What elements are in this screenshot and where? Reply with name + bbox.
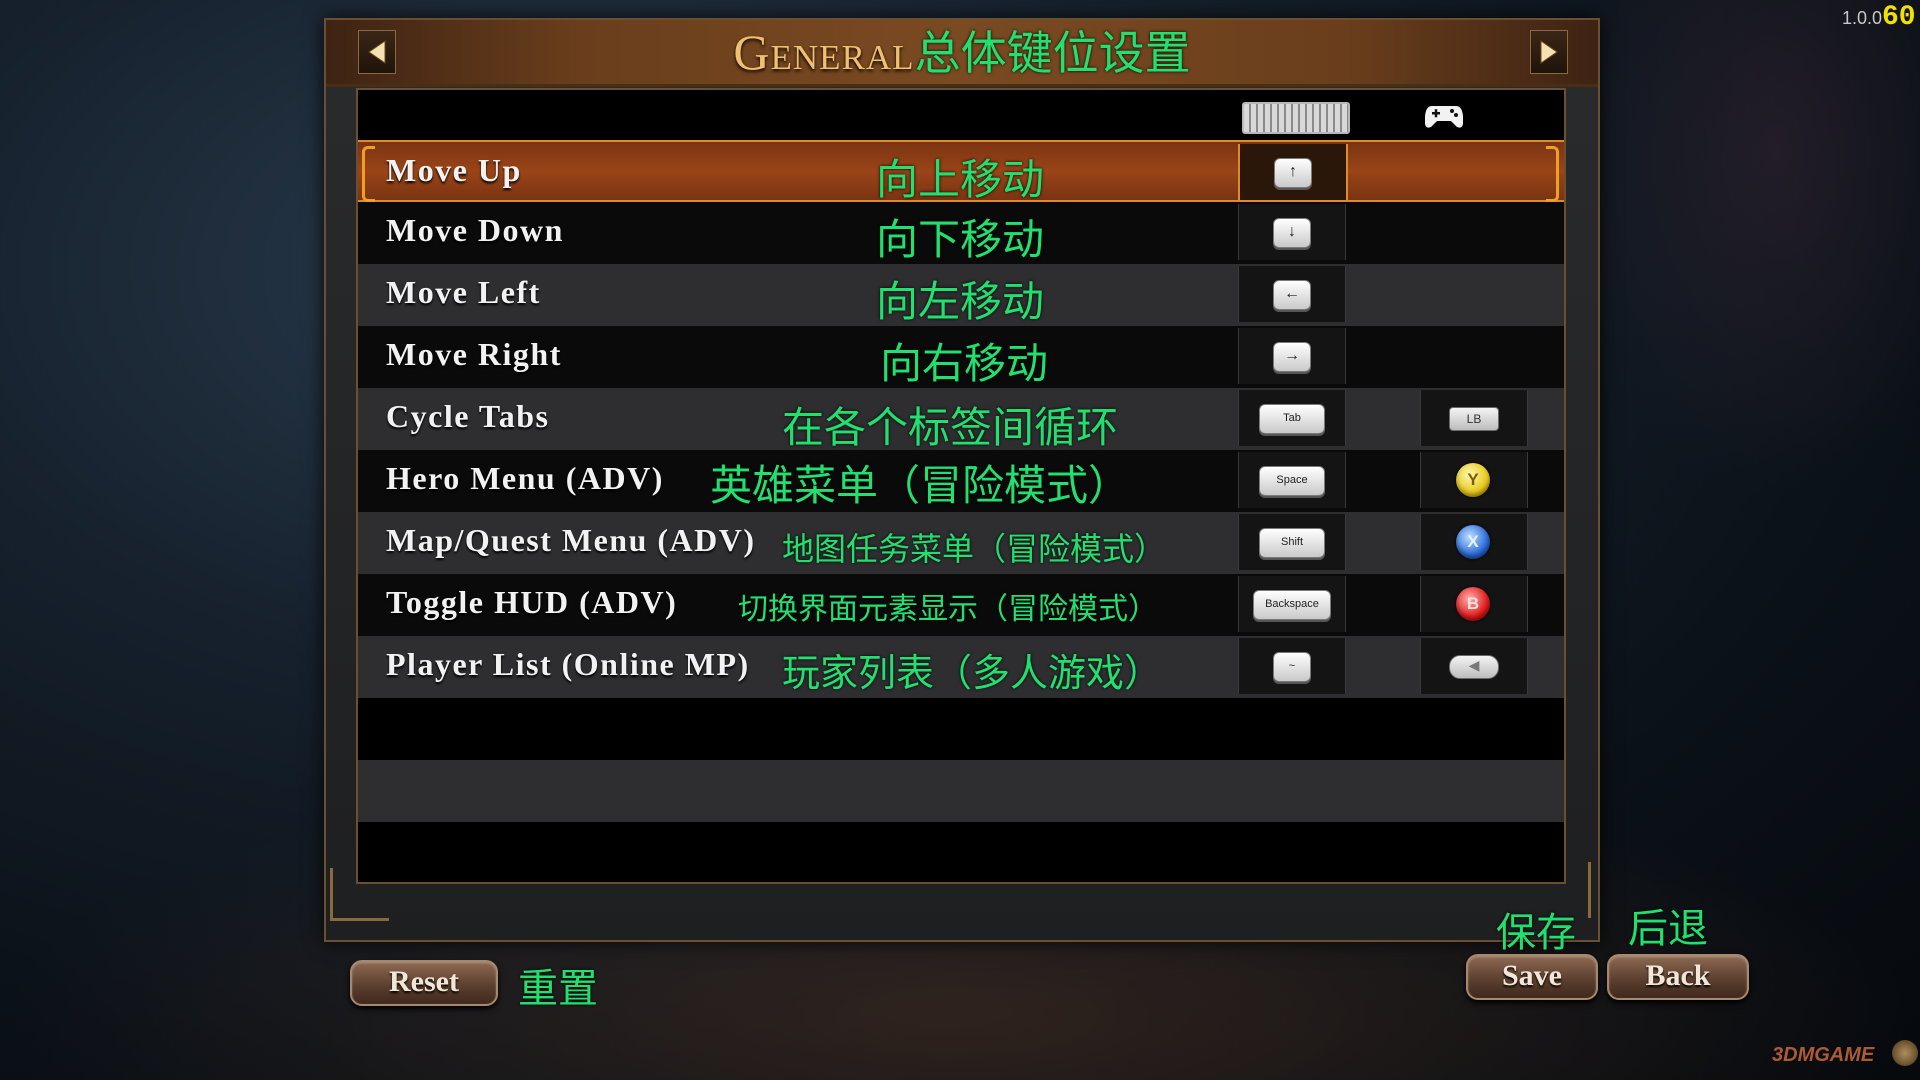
- action-label: Hero Menu (ADV): [386, 460, 664, 496]
- next-page-button[interactable]: [1530, 30, 1568, 74]
- arrow-right-icon: [1540, 40, 1558, 64]
- keyboard-binding-cell[interactable]: ~: [1238, 638, 1346, 694]
- keyboard-binding-cell[interactable]: Shift: [1238, 514, 1346, 570]
- action-label: Move Up: [386, 152, 522, 188]
- action-label: Move Right: [386, 336, 562, 372]
- save-button[interactable]: Save: [1466, 954, 1598, 1000]
- title-chinese: 总体键位设置: [914, 26, 1191, 80]
- keybind-row-move-up[interactable]: Move Up 向上移动 ↑: [358, 140, 1564, 204]
- key-down-arrow-icon: ↓: [1273, 218, 1311, 248]
- keybind-row-move-down[interactable]: Move Down 向下移动 ↓: [358, 202, 1564, 264]
- gamepad-binding-cell[interactable]: B: [1420, 576, 1528, 632]
- action-label: Move Left: [386, 274, 541, 310]
- action-label: Cycle Tabs: [386, 398, 550, 434]
- action-label-cn: 英雄菜单（冒险模式）: [710, 461, 1131, 510]
- gamepad-binding-cell[interactable]: ◀: [1420, 638, 1528, 694]
- keybind-panel: General总体键位设置 Move Up 向上移动 ↑ Move Down 向…: [324, 18, 1600, 942]
- keybind-row-move-left[interactable]: Move Left 向左移动 ←: [358, 264, 1564, 326]
- selection-bracket-right: [1546, 146, 1559, 202]
- gamepad-back-button-icon: ◀: [1449, 655, 1499, 679]
- keyboard-binding-cell[interactable]: Space: [1238, 452, 1346, 508]
- keyboard-binding-cell[interactable]: ↑: [1238, 144, 1348, 200]
- title-bar: General总体键位设置: [326, 20, 1598, 87]
- keyboard-binding-cell[interactable]: Backspace: [1238, 576, 1346, 632]
- key-space-icon: Space: [1259, 466, 1325, 496]
- gamepad-b-button-icon: B: [1456, 587, 1490, 621]
- back-label-cn: 后退: [1628, 906, 1708, 952]
- keyboard-binding-cell[interactable]: Tab: [1238, 390, 1346, 446]
- key-up-arrow-icon: ↑: [1274, 158, 1312, 188]
- keybind-row-move-right[interactable]: Move Right 向右移动 →: [358, 326, 1564, 388]
- gamepad-binding-cell[interactable]: Y: [1420, 452, 1528, 508]
- watermark-text: 3DMGAME: [1772, 1044, 1875, 1066]
- empty-row: [358, 822, 1564, 880]
- frame-ornament-right: [1582, 862, 1591, 918]
- keybind-table: Move Up 向上移动 ↑ Move Down 向下移动 ↓ Move Lef…: [356, 88, 1566, 884]
- version-label: 1.0.0: [1842, 8, 1883, 28]
- action-label-cn: 切换界面元素显示（冒险模式）: [738, 592, 1158, 627]
- gamepad-x-button-icon: X: [1456, 525, 1490, 559]
- background-foliage: [1560, 0, 1920, 500]
- keyboard-icon: [1242, 102, 1350, 134]
- action-label-cn: 向上移动: [876, 155, 1045, 204]
- empty-row: [358, 698, 1564, 760]
- gamepad-binding-cell[interactable]: LB: [1420, 390, 1528, 446]
- action-label: Toggle HUD (ADV): [386, 584, 678, 620]
- page-title: General总体键位设置: [326, 24, 1598, 81]
- key-tab-icon: Tab: [1259, 404, 1325, 434]
- save-label-cn: 保存: [1496, 910, 1576, 956]
- title-english: General: [733, 24, 915, 80]
- action-label: Move Down: [386, 212, 564, 248]
- key-shift-icon: Shift: [1259, 528, 1325, 558]
- keybind-row-cycle-tabs[interactable]: Cycle Tabs 在各个标签间循环 Tab LB: [358, 388, 1564, 452]
- back-button[interactable]: Back: [1607, 954, 1749, 1000]
- gamepad-lb-icon: LB: [1449, 407, 1499, 431]
- keyboard-binding-cell[interactable]: ←: [1238, 266, 1346, 322]
- key-tilde-icon: ~: [1273, 652, 1311, 682]
- keyboard-binding-cell[interactable]: →: [1238, 328, 1346, 384]
- keyboard-binding-cell[interactable]: ↓: [1238, 204, 1346, 260]
- fps-counter: 60: [1882, 2, 1916, 33]
- watermark-logo-icon: [1892, 1040, 1918, 1066]
- column-header-row: [358, 90, 1564, 140]
- action-label-cn: 地图任务菜单（冒险模式）: [782, 530, 1167, 568]
- selection-bracket-left: [362, 146, 375, 202]
- empty-row: [358, 760, 1564, 822]
- key-left-arrow-icon: ←: [1273, 280, 1311, 310]
- gamepad-y-button-icon: Y: [1456, 463, 1490, 497]
- frame-ornament-left: [330, 868, 389, 921]
- keybind-row-hero-menu[interactable]: Hero Menu (ADV) 英雄菜单（冒险模式） Space Y: [358, 450, 1564, 512]
- gamepad-icon: [1425, 106, 1463, 128]
- key-right-arrow-icon: →: [1273, 342, 1311, 372]
- reset-button[interactable]: Reset: [350, 960, 498, 1006]
- reset-label-cn: 重置: [518, 966, 598, 1012]
- action-label-cn: 向右移动: [880, 339, 1049, 388]
- action-label-cn: 玩家列表（多人游戏）: [782, 651, 1163, 695]
- action-label: Player List (Online MP): [386, 646, 750, 682]
- action-label-cn: 向下移动: [876, 215, 1045, 264]
- gamepad-binding-cell[interactable]: [1420, 144, 1526, 200]
- action-label-cn: 向左移动: [876, 277, 1045, 326]
- keybind-row-player-list[interactable]: Player List (Online MP) 玩家列表（多人游戏） ~ ◀: [358, 636, 1564, 698]
- gamepad-binding-cell[interactable]: X: [1420, 514, 1528, 570]
- key-backspace-icon: Backspace: [1253, 590, 1331, 620]
- keybind-row-toggle-hud[interactable]: Toggle HUD (ADV) 切换界面元素显示（冒险模式） Backspac…: [358, 574, 1564, 636]
- action-label: Map/Quest Menu (ADV): [386, 522, 756, 558]
- keybind-row-map-quest-menu[interactable]: Map/Quest Menu (ADV) 地图任务菜单（冒险模式） Shift …: [358, 512, 1564, 574]
- action-label-cn: 在各个标签间循环: [782, 403, 1119, 452]
